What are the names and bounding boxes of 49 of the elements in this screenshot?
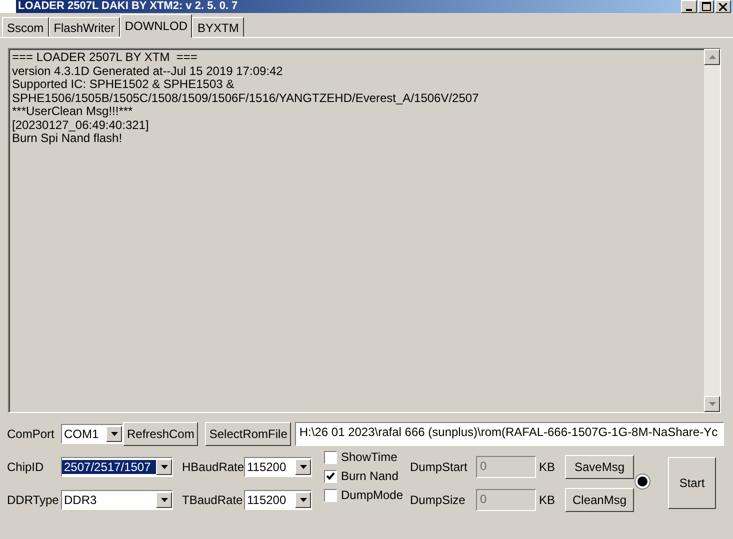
checkbox[interactable]: ShowTime	[324, 450, 410, 464]
checkbox[interactable]: Burn Nand	[324, 469, 410, 483]
maximize-icon	[702, 2, 710, 11]
caret-down-icon	[300, 498, 306, 502]
comport-label: ComPort	[7, 427, 56, 441]
check-icon	[326, 472, 335, 480]
caret-down-icon	[110, 432, 118, 436]
clean-button[interactable]: CleanMsg	[565, 488, 634, 512]
scroll-bar[interactable]	[704, 49, 720, 412]
log-text: === LOADER 2507L BY XTM === version 4.3.1D Generated at--Jul 15 2019 17:09:42 Supported IC: SPHE1502 & SPHE1503 & SPHE1506/1505B/1505C/1508/1509/1506F/1516/YANGTZEHD/Everest_A/1506V/2507 ***UserClean Msg!!!*** [20230127_06:49:40:321] Burn Spi Nand flash!	[11, 49, 480, 147]
caret-down-icon	[708, 402, 716, 406]
scroll-up-button[interactable]	[704, 49, 720, 65]
unit-label: KB	[539, 460, 556, 474]
path-field[interactable]: H:\26 01 2023\rafal 666 (sunplus)\rom(RAFAL-666-1507G-1G-8M-NaShare-Yc	[295, 422, 724, 446]
tab[interactable]: FlashWriter	[48, 17, 120, 37]
caret-down-icon	[300, 464, 306, 468]
input-field: 0	[476, 456, 536, 478]
dropdown[interactable]: 2507/2517/1507	[61, 456, 173, 476]
ddrtype-label: DDRType	[7, 492, 60, 506]
chipid-label: ChipID	[7, 460, 45, 474]
unit-label: KB	[539, 492, 556, 506]
minimize-icon	[686, 8, 692, 10]
tab[interactable]: DOWNLOD	[120, 14, 192, 38]
select-file-button[interactable]: SelectRomFile	[205, 422, 292, 446]
start-button[interactable]: Start	[668, 457, 716, 509]
caret-down-icon	[160, 498, 168, 502]
minimize-button[interactable]	[681, 0, 697, 13]
dropdown[interactable]: COM1	[61, 424, 123, 444]
dropdown[interactable]: DDR3	[61, 490, 173, 510]
window-title: LOADER 2507L DAKI BY XTM2: v 2. 5. 0. 7	[18, 0, 239, 13]
scroll-down-button[interactable]	[704, 396, 720, 412]
hbaud-label: HBaudRate	[182, 460, 244, 474]
checkbox[interactable]: DumpMode	[324, 488, 410, 502]
tbaud-label: TBaudRate	[182, 492, 244, 506]
caret-down-icon	[160, 464, 168, 468]
tab[interactable]: BYXTM	[192, 17, 244, 37]
dumpstart-label: DumpStart	[410, 460, 468, 474]
radio-button[interactable]	[634, 473, 651, 490]
save-button[interactable]: SaveMsg	[565, 454, 634, 478]
maximize-button[interactable]	[698, 0, 714, 13]
tab[interactable]: Sscom	[2, 17, 49, 37]
dropdown[interactable]: 115200	[244, 490, 312, 510]
close-icon	[719, 2, 727, 10]
close-button[interactable]	[715, 0, 731, 13]
input-field: 0	[476, 488, 536, 510]
caret-up-icon	[708, 55, 716, 59]
refresh-button[interactable]: RefreshCom	[123, 422, 198, 446]
dumpsize-label: DumpSize	[410, 492, 466, 506]
dropdown[interactable]: 115200	[244, 456, 312, 476]
